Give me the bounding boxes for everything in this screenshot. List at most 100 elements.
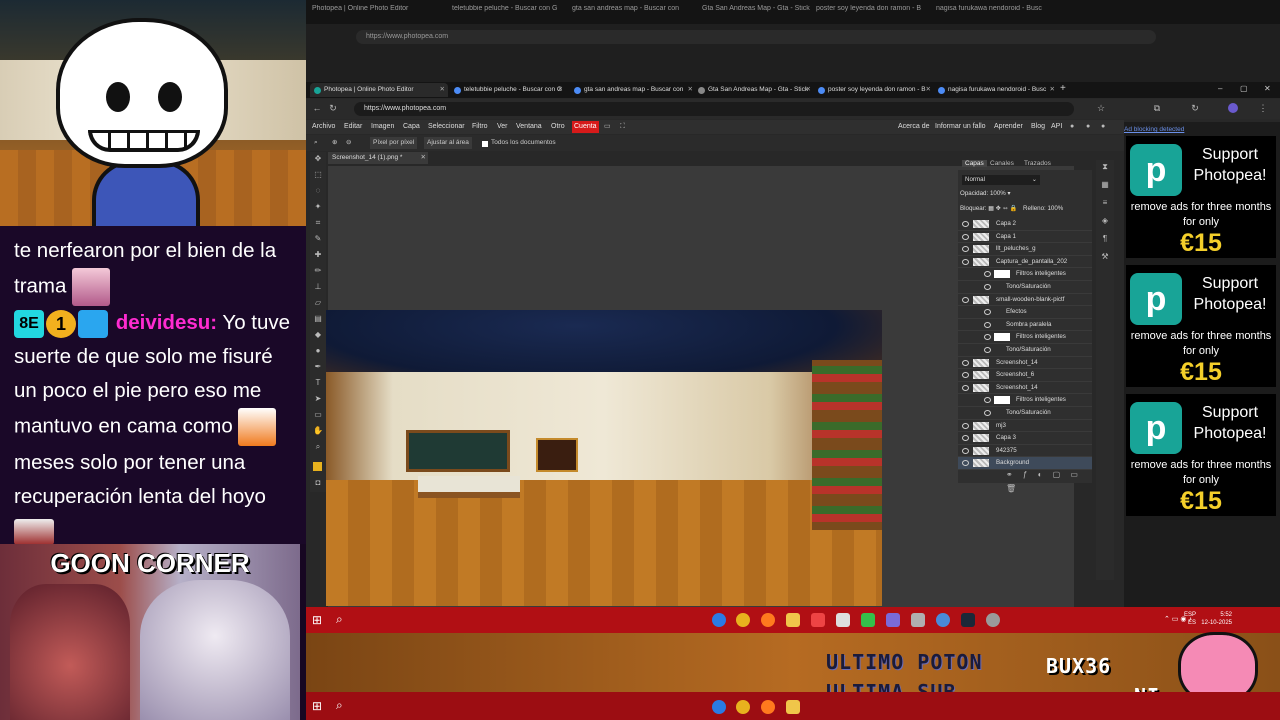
app-icon[interactable] [911,613,925,627]
document-tab[interactable]: Screenshot_14 (1).png * ✕ [328,152,428,164]
support-ad[interactable]: p Support Photopea! remove ads for three… [1126,136,1276,258]
layer-row[interactable]: 942375 [958,445,1092,458]
discord-icon[interactable] [886,613,900,627]
visibility-eye-icon[interactable] [962,435,969,442]
blur-tool-icon[interactable]: ◆ [313,330,323,340]
lasso-tool-icon[interactable]: ◌ [313,186,323,196]
visibility-eye-icon[interactable] [962,384,969,391]
support-ad[interactable]: p Support Photopea! remove ads for three… [1126,265,1276,387]
lock-icons[interactable]: ▦ ✥ ⇿ 🔒 [988,205,1017,212]
visibility-eye-icon[interactable] [984,397,991,404]
language-indicator[interactable]: ESP ES [1184,611,1196,627]
layer-row[interactable]: Tono/Saturación [958,344,1092,357]
close-tab-icon[interactable]: ✕ [688,83,693,97]
visibility-eye-icon[interactable] [962,246,969,253]
app-icon[interactable] [836,613,850,627]
app-icon[interactable] [811,613,825,627]
zoom-in-icon[interactable]: ⊕ [332,135,337,151]
reload-icon[interactable]: ↻ [328,103,338,113]
menu-acerca[interactable]: Acerca de [898,120,930,134]
layer-row[interactable]: llt_peluches_g [958,243,1092,256]
visibility-eye-icon[interactable] [984,309,991,316]
close-window-icon[interactable]: ✕ [1264,84,1271,93]
text-tool-icon[interactable]: T [313,378,323,388]
maximize-icon[interactable]: ▢ [1240,84,1248,93]
properties-icon[interactable]: ≡ [1100,198,1110,208]
tab-nagisa[interactable]: nagisa furukawa nendoroid - Busc ✕ [934,83,1058,97]
layer-row[interactable]: Tono/Saturación [958,281,1092,294]
layer-row[interactable]: small-wooden-blank-pictf [958,294,1092,307]
document-canvas[interactable] [326,310,882,606]
eyedropper-icon[interactable]: ✎ [313,234,323,244]
char-icon[interactable]: ¶ [1100,234,1110,244]
app-icon[interactable] [936,613,950,627]
menu-archivo[interactable]: Archivo [312,120,335,134]
edge-icon[interactable] [712,613,726,627]
search-icon[interactable]: ⌕ [336,612,343,627]
menu-ventana[interactable]: Ventana [516,120,542,134]
visibility-eye-icon[interactable] [962,258,969,265]
gradient-tool-icon[interactable]: ▤ [313,314,323,324]
healing-brush-icon[interactable]: ✚ [313,250,323,260]
tab-trazados[interactable]: Trazados [1024,160,1051,167]
ad-blocking-link[interactable]: Ad blocking detected [1124,126,1184,133]
layer-row[interactable]: Sombra paralela [958,319,1092,332]
clone-stamp-icon[interactable]: ⊥ [313,282,323,292]
chrome-icon[interactable] [736,613,750,627]
layer-actions[interactable]: ⚭ ƒ ◐ ▢ ▭ 🗑 [958,468,1092,493]
menu-aprender[interactable]: Aprender [994,120,1023,134]
foreground-color-swatch[interactable] [313,462,322,471]
history-icon[interactable]: ⧗ [1100,162,1110,172]
visibility-eye-icon[interactable] [962,460,969,467]
move-tool-icon[interactable]: ✥ [313,154,323,164]
back-icon[interactable]: ← [312,103,322,113]
minimize-icon[interactable]: – [1218,84,1222,93]
menu-capa[interactable]: Capa [403,120,420,134]
shape-tool-icon[interactable]: ▭ [313,410,323,420]
menu-ver[interactable]: Ver [497,120,508,134]
layer-row[interactable]: Capa 2 [958,218,1092,231]
close-tab-icon[interactable]: ✕ [806,83,811,97]
close-tab-icon[interactable]: ✕ [926,83,931,97]
file-explorer-icon[interactable] [786,613,800,627]
fit-area-button[interactable]: Ajustar al área [424,137,472,149]
visibility-eye-icon[interactable] [984,410,991,416]
tab-photopea[interactable]: Photopea | Online Photo Editor ✕ [310,83,448,97]
fullscreen-icon[interactable]: ⛶ [620,120,625,134]
layer-row[interactable]: Filtros inteligentes [958,394,1092,407]
visibility-eye-icon[interactable] [962,372,969,379]
layer-row[interactable]: Screenshot_14 [958,382,1092,395]
url-field[interactable]: https://www.photopea.com [354,102,1074,116]
layer-row[interactable]: Capa 3 [958,432,1092,445]
magic-wand-icon[interactable]: ✦ [313,202,323,212]
extensions-icon[interactable]: ⧉ [1152,103,1162,113]
close-tab-icon[interactable]: ✕ [440,83,445,97]
windows-start-icon[interactable]: ⊞ [312,613,322,627]
layers-icon[interactable]: ◈ [1100,216,1110,226]
pixel-by-pixel-button[interactable]: Píxel por píxel [370,137,418,149]
menu-cuenta[interactable]: Cuenta [572,121,599,133]
star-icon[interactable]: ☆ [1096,103,1106,113]
close-doc-icon[interactable]: ✕ [421,152,426,164]
close-tab-icon[interactable]: ✕ [558,83,563,97]
tab-teletubbie[interactable]: teletubbie peluche - Buscar con G ✕ [450,83,566,97]
visibility-eye-icon[interactable] [984,321,991,328]
zoom-tool-icon[interactable]: ⌕ [313,442,323,452]
fill-value[interactable]: 100% [1047,205,1063,212]
tab-poster[interactable]: poster soy leyenda don ramon - B ✕ [814,83,934,97]
zoom-out-icon[interactable]: ⊖ [346,135,351,151]
cloud-icon[interactable]: ▭ [604,120,611,134]
marquee-tool-icon[interactable]: ⬚ [313,170,323,180]
layer-row[interactable]: Capa 1 [958,231,1092,244]
tab-capas[interactable]: Capas [962,160,987,167]
layer-row[interactable]: Filtros inteligentes [958,268,1092,281]
menu-editar[interactable]: Editar [344,120,362,134]
path-select-icon[interactable]: ➤ [313,394,323,404]
menu-informar[interactable]: Informar un fallo [935,120,986,134]
refresh-icon[interactable]: ↻ [1190,103,1200,113]
layer-row[interactable]: mj3 [958,420,1092,433]
visibility-eye-icon[interactable] [962,422,969,429]
dodge-tool-icon[interactable]: ● [313,346,323,356]
menu-blog[interactable]: Blog [1031,120,1045,134]
layer-row[interactable]: Screenshot_14 [958,357,1092,370]
